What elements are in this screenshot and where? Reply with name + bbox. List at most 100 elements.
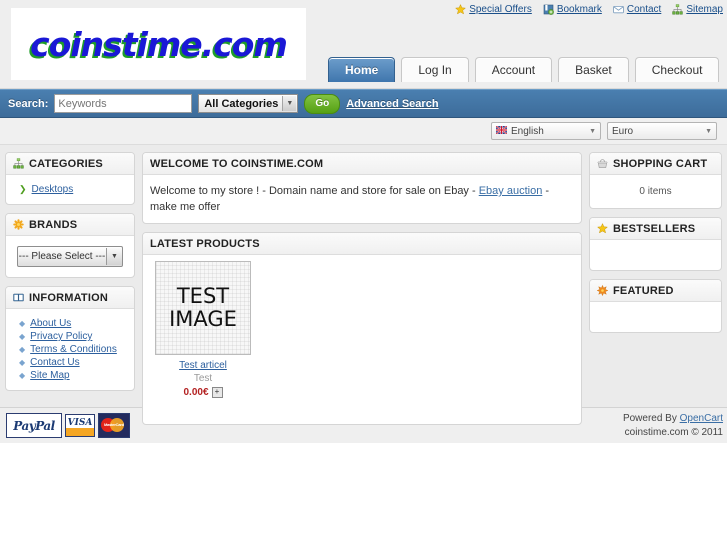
latest-products-panel: LATEST PRODUCTS TEST IMAGE Test articel … bbox=[142, 232, 582, 425]
chevron-down-icon: ▼ bbox=[282, 96, 297, 111]
sitemap-icon bbox=[13, 158, 24, 169]
book-icon bbox=[13, 292, 24, 303]
information-panel-body: ◆ About Us ◆ Privacy Policy ◆ Terms & Co… bbox=[6, 309, 134, 390]
mastercard-icon: MasterCard bbox=[98, 413, 130, 438]
list-item[interactable]: ◆ Contact Us bbox=[13, 356, 127, 369]
main-nav: Home Log In Account Basket Checkout bbox=[328, 57, 720, 82]
featured-panel: FEATURED bbox=[589, 279, 722, 333]
shopping-cart-panel-title: SHOPPING CART bbox=[613, 157, 708, 170]
brands-panel-header: BRANDS bbox=[6, 214, 134, 236]
top-link-contact[interactable]: Contact bbox=[613, 4, 661, 15]
diamond-bullet-icon: ◆ bbox=[19, 371, 26, 380]
brands-panel: BRANDS --- Please Select --- ▼ bbox=[5, 213, 135, 278]
info-link-site-map[interactable]: Site Map bbox=[30, 370, 69, 381]
site-logo-text: coinstime.com bbox=[30, 24, 288, 64]
categories-panel: CATEGORIES ❯ Desktops bbox=[5, 152, 135, 205]
mastercard-label: MasterCard bbox=[103, 422, 124, 427]
categories-panel-header: CATEGORIES bbox=[6, 153, 134, 175]
info-link-terms-conditions[interactable]: Terms & Conditions bbox=[30, 344, 117, 355]
powered-by-line: Powered By OpenCart bbox=[623, 412, 723, 426]
plus-box-icon[interactable]: + bbox=[211, 387, 223, 398]
advanced-search-link[interactable]: Advanced Search bbox=[346, 98, 438, 110]
information-panel: INFORMATION ◆ About Us ◆ Privacy Policy bbox=[5, 286, 135, 391]
bestsellers-panel-body bbox=[590, 240, 721, 270]
product-image-line-1: TEST bbox=[176, 284, 230, 308]
tab-log-in[interactable]: Log In bbox=[401, 57, 469, 82]
info-link-contact-us[interactable]: Contact Us bbox=[30, 357, 79, 368]
search-go-button[interactable]: Go bbox=[304, 93, 341, 114]
shopping-cart-panel-header: SHOPPING CART bbox=[590, 153, 721, 175]
top-link-sitemap-label[interactable]: Sitemap bbox=[686, 4, 723, 15]
list-item[interactable]: ◆ Site Map bbox=[13, 369, 127, 382]
product-image[interactable]: TEST IMAGE bbox=[155, 261, 251, 355]
latest-products-panel-title: LATEST PRODUCTS bbox=[150, 237, 260, 250]
top-link-sitemap[interactable]: Sitemap bbox=[672, 4, 723, 15]
top-link-special-offers-label[interactable]: Special Offers bbox=[469, 4, 532, 15]
currency-value: Euro bbox=[612, 125, 634, 137]
main-content: WELCOME TO COINSTIME.COM Welcome to my s… bbox=[142, 152, 582, 425]
language-select[interactable]: English ▼ bbox=[491, 122, 601, 140]
site-header: Special Offers Bookmark Contact Sitemap bbox=[0, 0, 727, 89]
diamond-bullet-icon: ◆ bbox=[19, 345, 26, 354]
basket-icon bbox=[597, 158, 608, 169]
copyright-line: coinstime.com © 2011 bbox=[624, 426, 723, 438]
information-panel-title: INFORMATION bbox=[29, 291, 108, 304]
top-link-special-offers[interactable]: Special Offers bbox=[455, 4, 532, 15]
tab-account[interactable]: Account bbox=[474, 57, 553, 82]
chevron-down-icon: ▼ bbox=[589, 127, 596, 135]
latest-products-panel-header: LATEST PRODUCTS bbox=[143, 233, 581, 255]
diamond-bullet-icon: ◆ bbox=[19, 332, 26, 341]
info-link-privacy-policy[interactable]: Privacy Policy bbox=[30, 331, 92, 342]
ebay-auction-link[interactable]: Ebay auction bbox=[479, 185, 543, 197]
search-category-select[interactable]: All Categories ▼ bbox=[198, 94, 299, 113]
uk-flag-icon bbox=[496, 125, 507, 137]
welcome-text: Welcome to my store ! - Domain name and … bbox=[150, 183, 574, 215]
list-item[interactable]: ❯ Desktops bbox=[13, 183, 127, 196]
diamond-bullet-icon: ◆ bbox=[19, 358, 26, 367]
info-link-about-us[interactable]: About Us bbox=[30, 318, 71, 329]
product-description: Test bbox=[193, 373, 213, 384]
currency-select[interactable]: Euro ▼ bbox=[607, 122, 717, 140]
page-root: Special Offers Bookmark Contact Sitemap bbox=[0, 0, 727, 545]
list-item[interactable]: ◆ Privacy Policy bbox=[13, 330, 127, 343]
top-link-bookmark-label[interactable]: Bookmark bbox=[557, 4, 602, 15]
top-link-contact-label[interactable]: Contact bbox=[627, 4, 661, 15]
search-input[interactable] bbox=[54, 94, 193, 113]
paypal-icon: PayPal bbox=[6, 413, 62, 438]
left-sidebar: CATEGORIES ❯ Desktops BRANDS --- Please … bbox=[5, 152, 135, 407]
top-link-bookmark[interactable]: Bookmark bbox=[543, 4, 602, 15]
tab-basket[interactable]: Basket bbox=[558, 57, 629, 82]
opencart-link[interactable]: OpenCart bbox=[680, 413, 723, 424]
shopping-cart-panel: SHOPPING CART 0 items bbox=[589, 152, 722, 209]
shopping-cart-panel-body: 0 items bbox=[590, 175, 721, 208]
starburst-icon bbox=[597, 285, 608, 296]
powered-by-prefix: Powered By bbox=[622, 412, 680, 424]
envelope-icon bbox=[613, 4, 624, 15]
product-name-link[interactable]: Test articel bbox=[147, 360, 259, 371]
site-logo[interactable]: coinstime.com bbox=[11, 8, 306, 80]
footer-credits: Powered By OpenCart coinstime.com © 2011 bbox=[623, 412, 723, 440]
payment-icons: PayPal VISA MasterCard bbox=[6, 413, 130, 438]
chevron-down-icon: ▼ bbox=[106, 248, 122, 265]
featured-panel-body bbox=[590, 302, 721, 332]
brands-panel-body: --- Please Select --- ▼ bbox=[6, 236, 134, 277]
chevron-right-icon: ❯ bbox=[19, 184, 27, 194]
brand-select[interactable]: --- Please Select --- ▼ bbox=[17, 246, 123, 267]
welcome-panel: WELCOME TO COINSTIME.COM Welcome to my s… bbox=[142, 152, 582, 224]
list-item[interactable]: ◆ Terms & Conditions bbox=[13, 343, 127, 356]
tab-checkout[interactable]: Checkout bbox=[634, 57, 720, 82]
list-item[interactable]: ◆ About Us bbox=[13, 317, 127, 330]
welcome-panel-title: WELCOME TO COINSTIME.COM bbox=[150, 157, 324, 170]
bookmark-add-icon bbox=[543, 4, 554, 15]
language-value: English bbox=[511, 125, 544, 137]
brand-select-value: --- Please Select --- bbox=[18, 251, 106, 262]
diamond-bullet-icon: ◆ bbox=[19, 319, 26, 328]
search-bar: Search: All Categories ▼ Go Advanced Sea… bbox=[0, 89, 727, 118]
product-grid: TEST IMAGE Test articel Test 0.00€ + bbox=[143, 255, 581, 424]
category-link-desktops[interactable]: Desktops bbox=[32, 184, 74, 195]
product-image-line-2: IMAGE bbox=[169, 307, 237, 331]
product-price-row: 0.00€ + bbox=[147, 387, 259, 398]
star-icon bbox=[597, 223, 608, 234]
tab-home[interactable]: Home bbox=[328, 57, 396, 82]
search-category-value: All Categories bbox=[204, 97, 279, 110]
